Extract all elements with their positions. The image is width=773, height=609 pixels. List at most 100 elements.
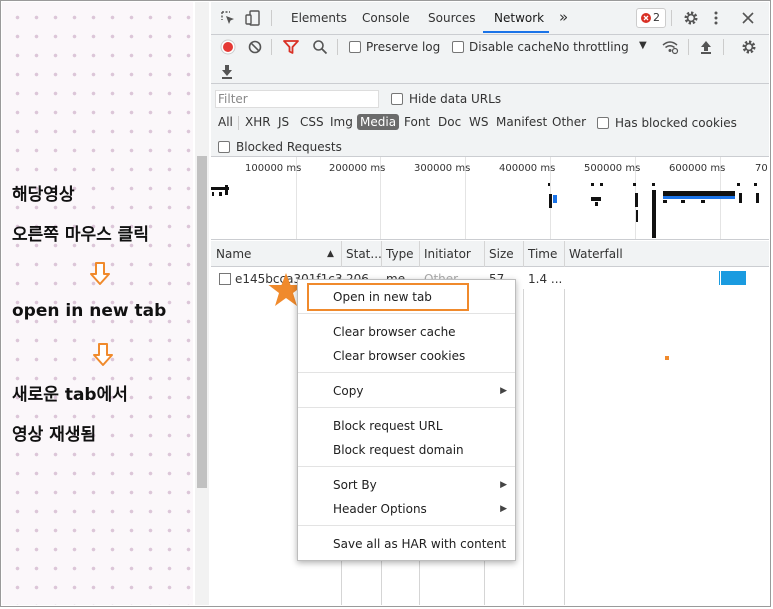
timeline-mark xyxy=(652,190,656,238)
divider xyxy=(337,39,338,55)
sort-ascending-icon[interactable]: ▲ xyxy=(327,249,334,259)
kebab-menu-icon[interactable] xyxy=(713,10,719,26)
waterfall-start-marker xyxy=(719,271,720,285)
more-tabs-button[interactable]: » xyxy=(559,8,568,26)
column-time[interactable]: Time xyxy=(528,247,557,261)
timeline-tick-label: 500000 ms xyxy=(584,163,641,174)
disable-cache-checkbox[interactable] xyxy=(452,41,464,53)
timeline-mark xyxy=(591,183,594,186)
timeline-mark xyxy=(219,192,222,196)
settings-gear-icon[interactable] xyxy=(683,10,699,26)
divider xyxy=(238,116,239,130)
error-badge[interactable]: 2 xyxy=(636,8,666,28)
tab-network[interactable]: Network xyxy=(494,11,544,25)
hide-data-urls-checkbox[interactable] xyxy=(391,93,403,105)
timeline-mark xyxy=(663,200,667,203)
type-filter-other[interactable]: Other xyxy=(549,114,589,130)
request-time: 1.4 ... xyxy=(528,272,563,286)
import-har-icon[interactable] xyxy=(699,39,713,55)
page-scrollbar-thumb[interactable] xyxy=(197,156,207,488)
timeline-tick-label: 100000 ms xyxy=(245,163,302,174)
timeline-mark xyxy=(636,210,638,222)
type-filter-css[interactable]: CSS xyxy=(297,114,327,130)
annotation-line-1: 해당영상 xyxy=(12,185,75,205)
waterfall-bar xyxy=(721,271,746,285)
timeline-mark xyxy=(600,183,603,186)
down-arrow-icon xyxy=(93,343,113,366)
divider xyxy=(271,39,272,55)
timeline-mark xyxy=(663,196,735,199)
device-toolbar-icon[interactable] xyxy=(245,10,261,26)
waterfall-marker xyxy=(665,356,669,360)
menu-item-open-in-new-tab[interactable]: Open in new tab xyxy=(333,290,432,304)
close-icon[interactable] xyxy=(742,12,754,24)
type-filter-manifest[interactable]: Manifest xyxy=(493,114,550,130)
timeline-mark xyxy=(212,192,214,196)
column-size[interactable]: Size xyxy=(489,247,514,261)
network-conditions-icon[interactable] xyxy=(661,39,679,55)
has-blocked-cookies-checkbox[interactable] xyxy=(597,117,609,129)
menu-item-block-request-url[interactable]: Block request URL xyxy=(333,419,443,433)
menu-item-block-request-domain[interactable]: Block request domain xyxy=(333,443,464,457)
type-filter-img[interactable]: Img xyxy=(327,114,356,130)
type-filter-all[interactable]: All xyxy=(215,114,236,130)
filter-input[interactable]: Filter xyxy=(215,90,379,108)
column-divider xyxy=(564,241,565,605)
menu-item-copy[interactable]: Copy xyxy=(333,384,363,398)
disable-cache-label: Disable cache xyxy=(469,40,553,54)
request-table-header: Name ▲ Stat... Type Initiator Size Time … xyxy=(211,241,769,267)
network-toolbar: Preserve log Disable cache No throttling… xyxy=(211,35,769,84)
menu-separator xyxy=(298,372,515,373)
active-tab-indicator xyxy=(483,31,549,33)
hide-data-urls-label: Hide data URLs xyxy=(409,92,502,106)
column-type[interactable]: Type xyxy=(386,247,414,261)
menu-item-clear-browser-cookies[interactable]: Clear browser cookies xyxy=(333,349,465,363)
divider xyxy=(271,10,272,26)
throttling-dropdown-caret[interactable]: ▼ xyxy=(639,40,647,51)
timeline-overview[interactable]: 100000 ms 200000 ms 300000 ms 400000 ms … xyxy=(211,157,769,240)
record-icon[interactable] xyxy=(220,39,236,55)
menu-item-sort-by[interactable]: Sort By xyxy=(333,478,377,492)
type-filter-doc[interactable]: Doc xyxy=(435,114,464,130)
clear-icon[interactable] xyxy=(247,39,263,55)
column-initiator[interactable]: Initiator xyxy=(424,247,471,261)
inspect-element-icon[interactable] xyxy=(220,10,236,26)
filter-bar: Filter Hide data URLs All XHR JS CSS Img… xyxy=(211,84,769,157)
timeline-mark xyxy=(591,197,601,201)
timeline-mark xyxy=(595,202,598,206)
network-settings-gear-icon[interactable] xyxy=(741,39,757,55)
preserve-log-checkbox[interactable] xyxy=(349,41,361,53)
menu-item-save-har[interactable]: Save all as HAR with content xyxy=(333,537,506,551)
context-menu: Open in new tab Clear browser cache Clea… xyxy=(297,279,516,561)
timeline-mark xyxy=(633,183,636,186)
type-filter-ws[interactable]: WS xyxy=(466,114,491,130)
type-filter-media[interactable]: Media xyxy=(357,114,400,130)
search-icon[interactable] xyxy=(312,39,328,55)
type-filter-font[interactable]: Font xyxy=(401,114,433,130)
type-filter-js[interactable]: JS xyxy=(275,114,292,130)
type-filter-xhr[interactable]: XHR xyxy=(242,114,274,130)
blocked-requests-checkbox[interactable] xyxy=(218,141,230,153)
timeline-mark xyxy=(553,195,557,203)
column-waterfall[interactable]: Waterfall xyxy=(569,247,623,261)
menu-item-header-options[interactable]: Header Options xyxy=(333,502,427,516)
divider xyxy=(671,10,672,26)
timeline-tick-label: 300000 ms xyxy=(414,163,471,174)
file-icon xyxy=(219,273,231,285)
column-status[interactable]: Stat... xyxy=(346,247,382,261)
tab-sources[interactable]: Sources xyxy=(428,11,475,25)
divider xyxy=(723,39,724,55)
export-har-icon[interactable] xyxy=(220,64,234,80)
submenu-arrow-icon: ▶ xyxy=(500,504,507,514)
filter-icon[interactable] xyxy=(283,40,299,54)
throttling-select[interactable]: No throttling xyxy=(553,40,629,54)
preserve-log-label: Preserve log xyxy=(366,40,441,54)
devtools-tabbar: Elements Console Sources Network » 2 xyxy=(211,2,769,35)
tab-elements[interactable]: Elements xyxy=(291,11,347,25)
annotation-line-5: 영상 재생됨 xyxy=(12,425,97,445)
tab-console[interactable]: Console xyxy=(362,11,410,25)
menu-item-clear-browser-cache[interactable]: Clear browser cache xyxy=(333,325,456,339)
timeline-mark xyxy=(549,194,552,208)
column-name[interactable]: Name xyxy=(216,247,251,261)
timeline-tick-label: 200000 ms xyxy=(329,163,386,174)
